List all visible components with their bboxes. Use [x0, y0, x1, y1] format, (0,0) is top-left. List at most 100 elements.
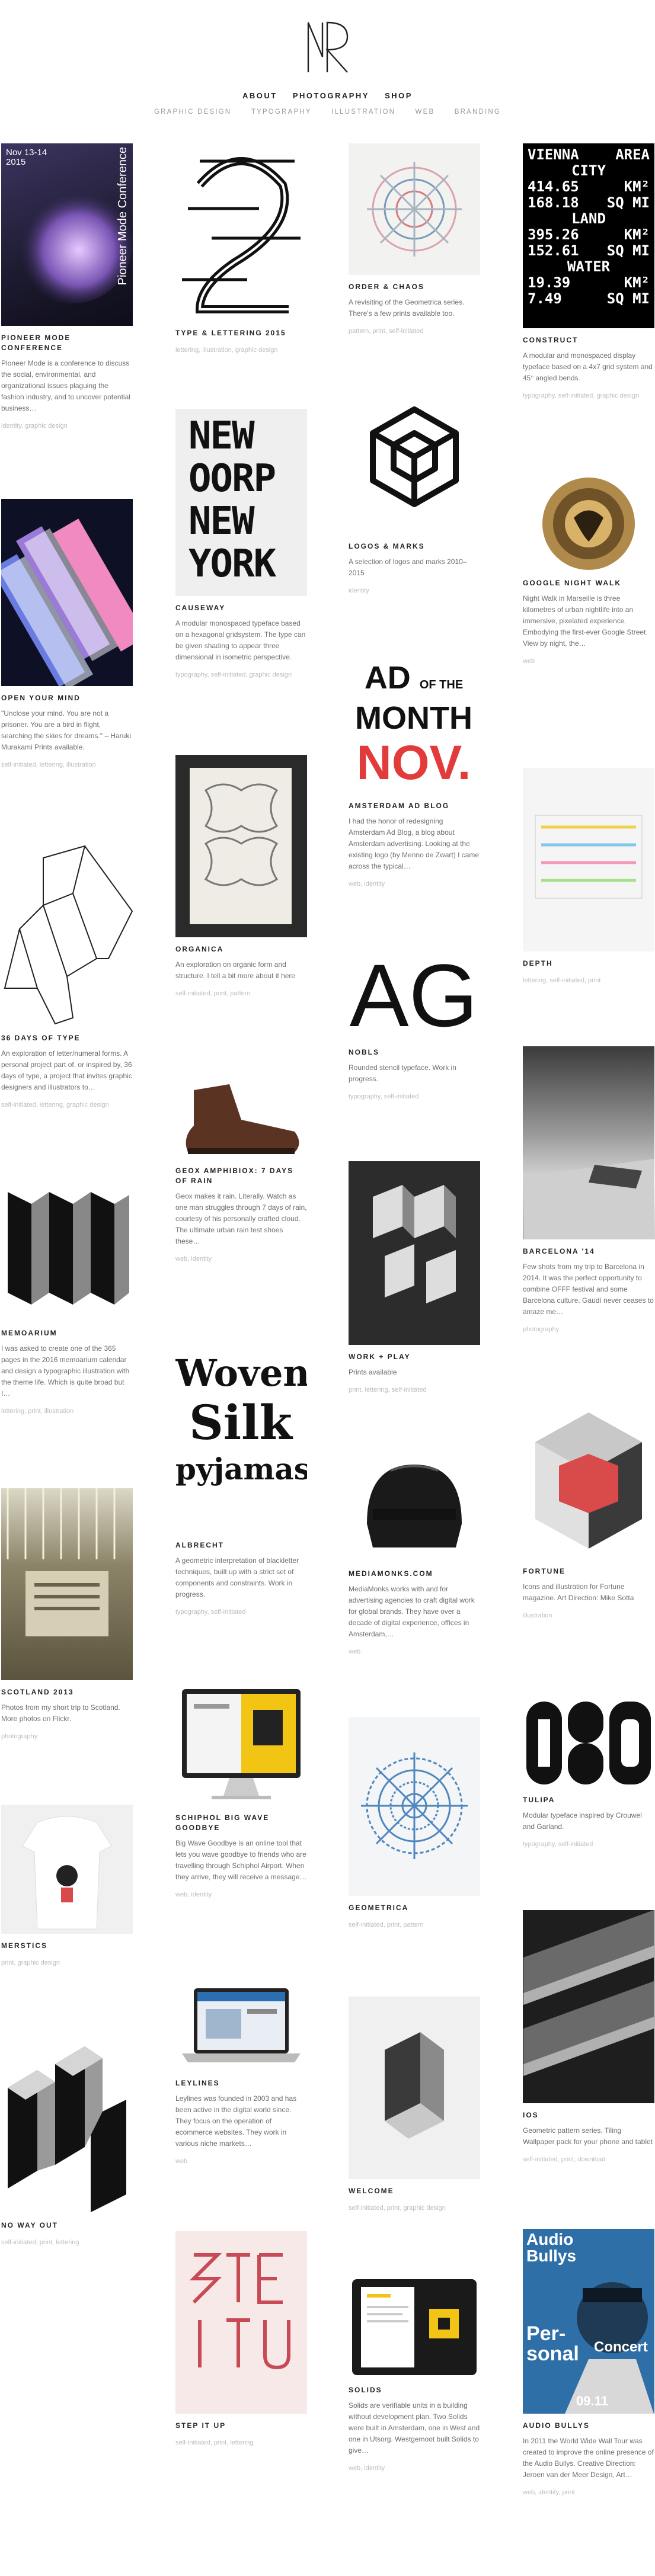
- project-card-welcome[interactable]: Welcome self-initiated, print, graphic d…: [349, 1997, 480, 2213]
- project-card-organica[interactable]: Organica An exploration on organic form …: [175, 755, 307, 998]
- project-title[interactable]: Type & Lettering 2015: [175, 328, 307, 338]
- project-tags[interactable]: self-initiated, print, pattern: [175, 989, 307, 998]
- project-card-solids[interactable]: Solids Solids are verifiable units in a …: [349, 2276, 480, 2473]
- project-tags[interactable]: typography, self-initiated: [175, 1607, 307, 1617]
- project-title[interactable]: Tulipa: [523, 1795, 654, 1805]
- project-title[interactable]: Pioneer Mode Conference: [1, 333, 133, 353]
- project-title[interactable]: Geometrica: [349, 1903, 480, 1913]
- project-card-fortune[interactable]: Fortune Icons and illustration for Fortu…: [523, 1406, 654, 1620]
- project-thumbnail[interactable]: [175, 2231, 307, 2414]
- project-card-merstics[interactable]: Merstics print, graphic design: [1, 1805, 133, 1968]
- project-title[interactable]: Audio Bullys: [523, 2421, 654, 2431]
- project-title[interactable]: Leylines: [175, 2078, 307, 2088]
- project-thumbnail[interactable]: [349, 1997, 480, 2179]
- project-thumbnail[interactable]: [523, 1910, 654, 2103]
- nav-shop-link[interactable]: SHOP: [385, 91, 413, 100]
- project-thumbnail[interactable]: AG: [349, 950, 480, 1040]
- project-thumbnail[interactable]: [1, 499, 133, 686]
- project-card-schiphol[interactable]: Schiphol Big Wave Goodbye Big Wave Goodb…: [175, 1686, 307, 1899]
- project-card-leylines[interactable]: Leylines Leylines was founded in 2003 an…: [175, 1982, 307, 2166]
- project-card-memoarium[interactable]: Memoarium I was asked to create one of t…: [1, 1180, 133, 1416]
- project-tags[interactable]: web, identity: [349, 2463, 480, 2473]
- project-title[interactable]: Amsterdam Ad Blog: [349, 801, 480, 811]
- project-thumbnail[interactable]: [349, 1161, 480, 1345]
- project-title[interactable]: Merstics: [1, 1941, 133, 1951]
- project-tags[interactable]: web, identity, print: [523, 2488, 654, 2497]
- project-tags[interactable]: illustration: [523, 1611, 654, 1620]
- filter-branding[interactable]: BRANDING: [455, 108, 501, 116]
- project-tags[interactable]: self-initiated, lettering, illustration: [1, 760, 133, 770]
- project-thumbnail[interactable]: NEW OORP NEW YORK: [175, 409, 307, 596]
- project-title[interactable]: 36 Days of Type: [1, 1033, 133, 1043]
- project-tags[interactable]: photography: [523, 1325, 654, 1334]
- project-thumbnail[interactable]: [523, 1696, 654, 1788]
- project-card-construct[interactable]: VIENNA AREA CITY 414.65 KM² 168.18 SQ MI LA…: [523, 143, 654, 401]
- project-thumbnail[interactable]: Woven Silk pyjamas: [175, 1345, 307, 1533]
- project-tags[interactable]: web: [175, 2157, 307, 2166]
- project-title[interactable]: Nobls: [349, 1047, 480, 1058]
- project-title[interactable]: Depth: [523, 959, 654, 969]
- project-tags[interactable]: self-initiated, lettering, graphic desig…: [1, 1100, 133, 1110]
- nav-about-link[interactable]: ABOUT: [242, 91, 277, 100]
- filter-typography[interactable]: TYPOGRAPHY: [251, 108, 312, 116]
- project-card-order[interactable]: Order & Chaos A revisiting of the Geomet…: [349, 143, 480, 336]
- project-title[interactable]: Order & Chaos: [349, 282, 480, 292]
- site-logo[interactable]: [306, 21, 350, 73]
- project-title[interactable]: Scotland 2013: [1, 1687, 133, 1697]
- project-title[interactable]: Solids: [349, 2385, 480, 2395]
- project-card-albrecht[interactable]: Woven Silk pyjamas Albrecht A geometric …: [175, 1345, 307, 1617]
- project-card-geometrica[interactable]: Geometrica self-initiated, print, patter…: [349, 1717, 480, 1930]
- project-tags[interactable]: pattern, print, self-initiated: [349, 326, 480, 336]
- project-tags[interactable]: web, identity: [349, 879, 480, 889]
- project-tags[interactable]: self-initiated, print, graphic design: [349, 2203, 480, 2213]
- project-thumbnail[interactable]: [349, 1453, 480, 1562]
- project-tags[interactable]: lettering, print, illustration: [1, 1406, 133, 1416]
- project-title[interactable]: Albrecht: [175, 1540, 307, 1550]
- filter-illustration[interactable]: ILLUSTRATION: [331, 108, 395, 116]
- project-card-workplay[interactable]: Work + Play Prints available print, lett…: [349, 1161, 480, 1395]
- project-tags[interactable]: web: [523, 656, 654, 666]
- project-tags[interactable]: identity: [349, 586, 480, 595]
- project-card-tulipa[interactable]: Tulipa Modular typeface inspired by Crou…: [523, 1696, 654, 1849]
- project-title[interactable]: iOS: [523, 2110, 654, 2120]
- project-thumbnail[interactable]: [349, 2276, 480, 2378]
- project-card-noway[interactable]: No Way Out self-initiated, print, letter…: [1, 2029, 133, 2247]
- project-tags[interactable]: self-initiated, print, pattern: [349, 1920, 480, 1930]
- project-title[interactable]: Fortune: [523, 1566, 654, 1577]
- project-title[interactable]: Memoarium: [1, 1328, 133, 1338]
- project-thumbnail[interactable]: [175, 143, 307, 321]
- project-title[interactable]: No Way Out: [1, 2221, 133, 2231]
- project-title[interactable]: Step It Up: [175, 2421, 307, 2431]
- project-thumbnail[interactable]: [1, 2029, 133, 2213]
- project-thumbnail[interactable]: [175, 755, 307, 937]
- project-card-depth[interactable]: Depth lettering, self-initiated, print: [523, 768, 654, 985]
- project-card-mediamonks[interactable]: MediaMonks.com MediaMonks works with and…: [349, 1453, 480, 1657]
- project-title[interactable]: Open Your Mind: [1, 693, 133, 703]
- project-tags[interactable]: self-initiated, print, lettering: [175, 2438, 307, 2447]
- project-thumbnail[interactable]: [175, 1078, 307, 1159]
- project-card-causeway[interactable]: NEW OORP NEW YORK Causeway A modular mon…: [175, 409, 307, 680]
- project-title[interactable]: Geox Amphibiox: 7 Days of Rain: [175, 1166, 307, 1186]
- project-tags[interactable]: self-initiated, print, lettering: [1, 2238, 133, 2247]
- project-card-geox[interactable]: Geox Amphibiox: 7 Days of Rain Geox make…: [175, 1078, 307, 1264]
- project-tags[interactable]: typography, self-initiated, graphic desi…: [175, 670, 307, 680]
- project-thumbnail[interactable]: VIENNA AREA CITY 414.65 KM² 168.18 SQ MI LA…: [523, 143, 654, 328]
- project-title[interactable]: Google Night Walk: [523, 578, 654, 588]
- project-thumbnail[interactable]: [175, 1982, 307, 2071]
- project-tags[interactable]: photography: [1, 1732, 133, 1741]
- project-title[interactable]: Causeway: [175, 603, 307, 613]
- project-thumbnail[interactable]: [1, 840, 133, 1026]
- project-thumbnail[interactable]: [349, 401, 480, 534]
- project-tags[interactable]: web, identity: [175, 1890, 307, 1899]
- project-tags[interactable]: lettering, self-initiated, print: [523, 976, 654, 985]
- project-card-scotland[interactable]: Scotland 2013 Photos from my short trip …: [1, 1488, 133, 1741]
- project-title[interactable]: Organica: [175, 944, 307, 954]
- project-thumbnail[interactable]: [349, 143, 480, 275]
- project-thumbnail[interactable]: [349, 1717, 480, 1896]
- filter-graphic-design[interactable]: GRAPHIC DESIGN: [154, 108, 231, 116]
- project-tags[interactable]: typography, self-initiated: [349, 1092, 480, 1101]
- project-card-barcelona[interactable]: Barcelona '14 Few shots from my trip to …: [523, 1046, 654, 1334]
- project-title[interactable]: Work + Play: [349, 1352, 480, 1362]
- project-thumbnail[interactable]: [175, 1686, 307, 1806]
- project-tags[interactable]: identity, graphic design: [1, 421, 133, 431]
